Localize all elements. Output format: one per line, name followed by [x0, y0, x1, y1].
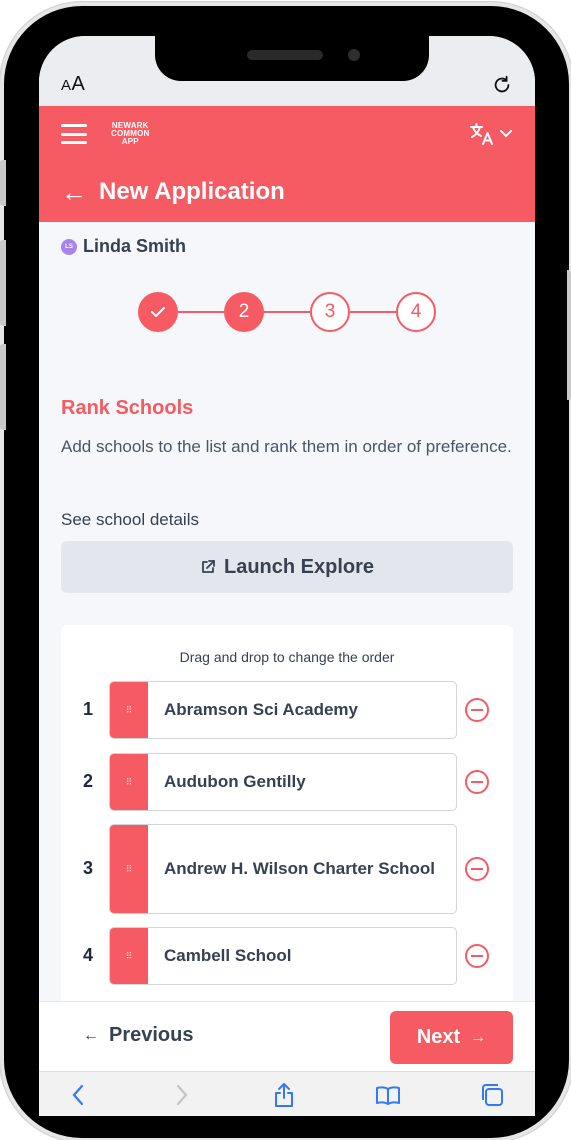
step-2-current: 2 [224, 292, 264, 332]
menu-icon[interactable] [61, 124, 87, 144]
tabs-icon[interactable] [477, 1080, 507, 1110]
drag-handle-icon[interactable]: ⠿ [110, 928, 148, 984]
phone-notch [155, 36, 429, 81]
launch-explore-button[interactable]: Launch Explore [61, 541, 513, 593]
stepper-connector [264, 311, 310, 313]
footer-nav: ← Previous Next → [39, 1001, 535, 1071]
phone-screen: AA NEWARK COMMON APP ← New Application L… [39, 36, 535, 1116]
section-description: Add schools to the list and rank them in… [61, 437, 512, 456]
applicant-name: Linda Smith [83, 236, 186, 256]
browser-forward-icon[interactable] [167, 1080, 197, 1110]
school-details-label: See school details [61, 510, 199, 529]
next-button[interactable]: Next → [390, 1011, 513, 1064]
drag-handle-icon[interactable]: ⠿ [110, 754, 148, 810]
phone-side-button [0, 240, 6, 326]
remove-circle-icon[interactable] [465, 698, 489, 722]
check-icon [151, 307, 165, 317]
avatar: LS [61, 238, 77, 255]
rank-number: 1 [83, 699, 94, 719]
text-size-button[interactable]: AA [61, 73, 85, 96]
school-item[interactable]: ⠿ Audubon Gentilly [109, 753, 457, 811]
arrow-right-icon: → [470, 1028, 487, 1046]
launch-explore-label: Launch Explore [223, 555, 375, 578]
remove-circle-icon[interactable] [465, 857, 489, 881]
previous-button[interactable]: ← Previous [83, 1024, 193, 1047]
ranking-card: Drag and drop to change the order 1 ⠿ Ab… [61, 625, 513, 1009]
school-name: Andrew H. Wilson Charter School [164, 859, 435, 878]
rank-number: 4 [83, 945, 94, 965]
school-item[interactable]: ⠿ Abramson Sci Academy [109, 681, 457, 739]
bookmarks-icon[interactable] [373, 1080, 403, 1110]
section-title: Rank Schools [61, 397, 194, 419]
share-icon[interactable] [269, 1080, 299, 1110]
applicant-row: LS Linda Smith [61, 236, 186, 257]
remove-circle-icon[interactable] [465, 944, 489, 968]
stepper-connector [178, 311, 224, 313]
next-label: Next [416, 1026, 461, 1048]
drag-hint: Drag and drop to change the order [179, 649, 395, 665]
translate-icon [470, 123, 493, 145]
reload-icon[interactable] [491, 74, 513, 96]
remove-circle-icon[interactable] [465, 770, 489, 794]
chevron-down-icon [500, 130, 512, 138]
step-1-completed [138, 292, 178, 332]
school-item[interactable]: ⠿ Cambell School [109, 927, 457, 985]
rank-number: 2 [83, 771, 94, 791]
browser-back-icon[interactable] [63, 1080, 93, 1110]
app-header: NEWARK COMMON APP [39, 106, 535, 162]
rank-number: 3 [83, 858, 94, 878]
school-name: Audubon Gentilly [164, 772, 306, 791]
app-logo: NEWARK COMMON APP [111, 121, 150, 146]
step-3: 3 [310, 292, 350, 332]
page-title: New Application [99, 178, 285, 205]
stepper-connector [350, 311, 396, 313]
external-link-icon [202, 560, 215, 573]
language-selector[interactable] [469, 122, 513, 146]
school-name: Cambell School [164, 946, 292, 965]
phone-side-button [567, 270, 571, 400]
phone-side-button [0, 160, 6, 206]
arrow-left-icon: ← [83, 1026, 99, 1044]
phone-side-button [0, 344, 6, 430]
drag-handle-icon[interactable]: ⠿ [110, 825, 148, 913]
school-item[interactable]: ⠿ Andrew H. Wilson Charter School [109, 824, 457, 914]
arrow-left-icon[interactable]: ← [61, 177, 87, 208]
drag-handle-icon[interactable]: ⠿ [110, 682, 148, 738]
progress-stepper: 2 3 4 [138, 292, 438, 332]
browser-toolbar [39, 1071, 535, 1116]
previous-label: Previous [109, 1024, 194, 1046]
step-4: 4 [396, 292, 436, 332]
page-title-bar: ← New Application [39, 162, 535, 222]
school-name: Abramson Sci Academy [164, 700, 358, 719]
